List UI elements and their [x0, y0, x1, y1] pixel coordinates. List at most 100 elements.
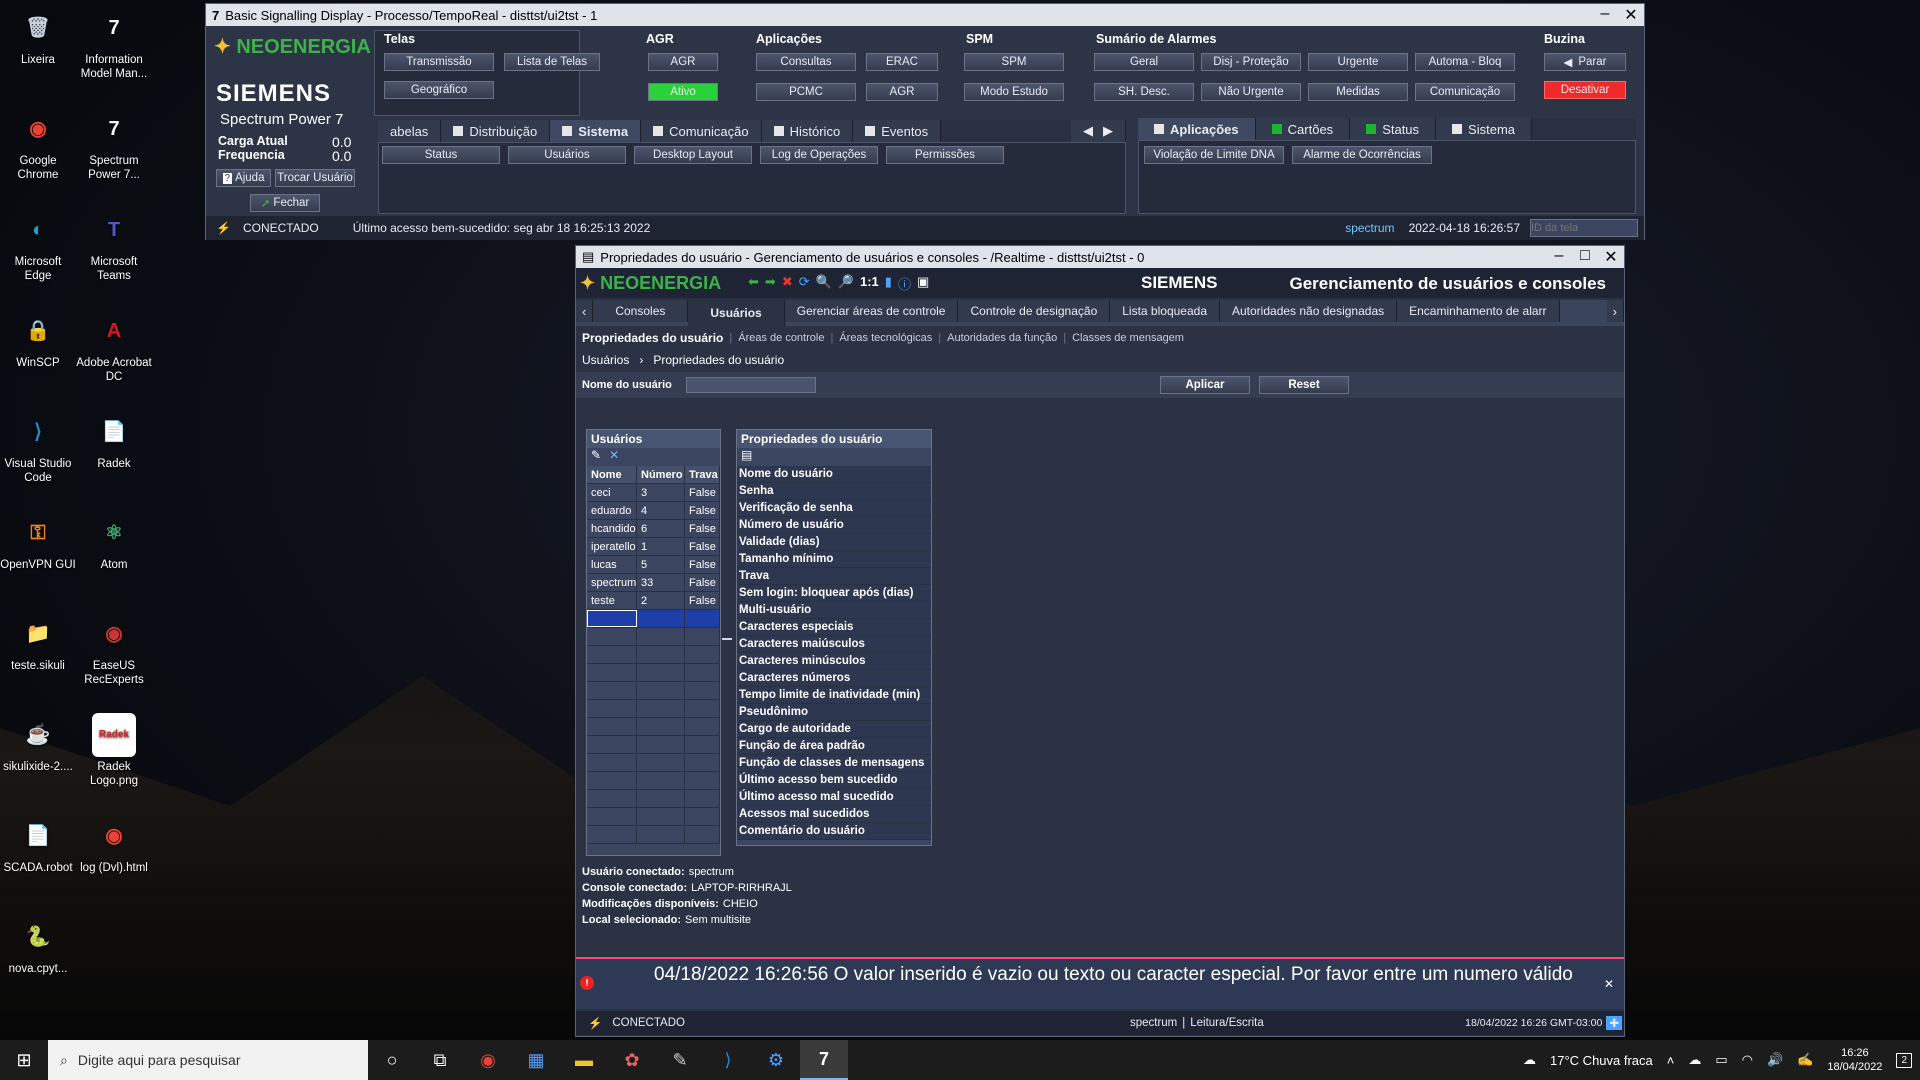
table-row[interactable]: eduardo 4 False	[587, 502, 720, 520]
battery-icon[interactable]: ▭	[1715, 1052, 1727, 1068]
alarm-button[interactable]: Disj - Proteção	[1201, 53, 1301, 71]
reset-button[interactable]: Reset	[1259, 376, 1349, 394]
table-row[interactable]: iperatello 1 False	[587, 538, 720, 556]
title-bar[interactable]: 7 Basic Signalling Display - Processo/Te…	[206, 4, 1644, 26]
property-row[interactable]: Verificação de senha	[737, 500, 931, 517]
property-row[interactable]: Cargo de autoridade	[737, 721, 931, 738]
main-tab[interactable]: Encaminhamento de alarr	[1397, 300, 1560, 322]
right-tab-0[interactable]: Aplicações	[1138, 118, 1256, 140]
tab-scroll-arrows[interactable]: ◀ ▶	[1071, 120, 1126, 142]
volume-icon[interactable]: 🔊	[1767, 1052, 1783, 1068]
main-tab[interactable]: Lista bloqueada	[1110, 300, 1220, 322]
help-button[interactable]: ? Ajuda	[216, 169, 271, 187]
minimize-icon[interactable]: –	[1592, 5, 1618, 25]
task-view-icon[interactable]: ⧉	[416, 1040, 464, 1080]
desktop-icon[interactable]: ⟩ Visual Studio Code	[0, 410, 76, 486]
property-row[interactable]: Caracteres maiúsculos	[737, 636, 931, 653]
forward-icon[interactable]: ➡	[765, 274, 776, 293]
geografico-button[interactable]: Geográfico	[384, 81, 494, 99]
desktop-icon[interactable]: ⚛ Atom	[76, 511, 152, 573]
dismiss-error-icon[interactable]: ✕	[1604, 977, 1614, 1009]
desktop-icon[interactable]: T Microsoft Teams	[76, 208, 152, 284]
subtab[interactable]: Áreas tecnológicas	[839, 332, 932, 344]
right-tab-2[interactable]: Status	[1350, 118, 1437, 140]
alarme-ocorrencias-button[interactable]: Alarme de Ocorrências	[1292, 146, 1432, 164]
main-tab[interactable]: Consoles	[593, 300, 689, 322]
alarm-button[interactable]: Urgente	[1308, 53, 1408, 71]
tab-0[interactable]: abelas	[378, 120, 442, 142]
erac-button[interactable]: ERAC	[866, 53, 938, 71]
delete-user-icon[interactable]: ✕	[609, 448, 619, 466]
alarm-button[interactable]: Automa - Bloq	[1415, 53, 1515, 71]
tab-5[interactable]: Eventos	[853, 120, 942, 142]
agr2-button[interactable]: AGR	[866, 83, 938, 101]
tab-right-arrow-icon[interactable]: ▶	[1103, 123, 1113, 139]
brush-icon[interactable]: ✎	[656, 1040, 704, 1080]
property-row[interactable]: Validade (dias)	[737, 534, 931, 551]
table-row[interactable]: hcandido 6 False	[587, 520, 720, 538]
alarm-button[interactable]: SH. Desc.	[1094, 83, 1194, 101]
alarm-button[interactable]: Medidas	[1308, 83, 1408, 101]
close-app-button[interactable]: ➚ Fechar	[250, 194, 320, 212]
property-row[interactable]: Multi-usuário	[737, 602, 931, 619]
clock[interactable]: 16:26 18/04/2022	[1827, 1046, 1882, 1074]
property-row[interactable]: Tempo limite de inatividade (min)	[737, 687, 931, 704]
switch-user-button[interactable]: Trocar Usuário	[275, 169, 355, 187]
minimize-icon[interactable]: –	[1546, 247, 1572, 267]
property-row[interactable]: Função de classes de mensagens	[737, 755, 931, 772]
close-icon[interactable]: ✕	[1598, 247, 1624, 267]
parar-button[interactable]: ◀ Parar	[1544, 53, 1626, 71]
table-row[interactable]: ceci 3 False	[587, 484, 720, 502]
zoom-level[interactable]: 1:1	[860, 274, 879, 293]
property-row[interactable]: Sem login: bloquear após (dias)	[737, 585, 931, 602]
desktop-icon[interactable]: A Adobe Acrobat DC	[76, 309, 152, 385]
document-icon[interactable]: ▮	[885, 274, 892, 293]
screen-id-input[interactable]	[1530, 219, 1638, 237]
desativar-button[interactable]: Desativar	[1544, 81, 1626, 99]
tab-1[interactable]: Distribuição	[441, 120, 551, 142]
system-sub-button[interactable]: Status	[382, 146, 500, 164]
property-row[interactable]: Último acesso mal sucedido	[737, 789, 931, 806]
zoom-out-icon[interactable]: 🔍	[816, 274, 832, 293]
apply-button[interactable]: Aplicar	[1160, 376, 1250, 394]
main-tab[interactable]: Gerenciar áreas de controle	[784, 300, 959, 322]
desktop-icon[interactable]: Radek Radek Logo.png	[76, 713, 152, 789]
modo-estudo-button[interactable]: Modo Estudo	[964, 83, 1064, 101]
table-row[interactable]: lucas 5 False	[587, 556, 720, 574]
desktop-icon[interactable]: 📄 Radek	[76, 410, 152, 472]
subtab[interactable]: Autoridades da função	[947, 332, 1057, 344]
main-tab[interactable]: Controle de designação	[958, 300, 1111, 322]
cortana-icon[interactable]: ○	[368, 1040, 416, 1080]
spm-button[interactable]: SPM	[964, 53, 1064, 71]
subtab[interactable]: Classes de mensagem	[1072, 332, 1184, 344]
system-sub-button[interactable]: Desktop Layout	[634, 146, 752, 164]
desktop-icon[interactable]: ◉ Google Chrome	[0, 107, 76, 183]
print-icon[interactable]: ▤	[741, 448, 752, 462]
desktop-icon[interactable]: 🐍 nova.cpyt...	[0, 915, 76, 977]
property-row[interactable]: Acessos mal sucedidos	[737, 806, 931, 823]
property-row[interactable]: Caracteres minúsculos	[737, 653, 931, 670]
weather-icon[interactable]: ☁	[1523, 1052, 1536, 1068]
close-icon[interactable]: ✕	[1618, 5, 1644, 25]
pcmc-button[interactable]: PCMC	[756, 83, 856, 101]
transmissao-button[interactable]: Transmissão	[384, 53, 494, 71]
vscode-taskbar-icon[interactable]: ⟩	[704, 1040, 752, 1080]
windows-start-icon[interactable]: ⊞	[0, 1040, 48, 1080]
subtab[interactable]: Áreas de controle	[738, 332, 824, 344]
desktop-icon[interactable]: 7 Information Model Man...	[76, 6, 152, 82]
desktop-icon[interactable]: 🔒 WinSCP	[0, 309, 76, 371]
network-manager-icon[interactable]: ▦	[512, 1040, 560, 1080]
tab-3[interactable]: Comunicação	[641, 120, 762, 142]
grid-icon[interactable]: ✚	[1606, 1016, 1622, 1030]
spectrum-taskbar-icon[interactable]: 7	[800, 1040, 848, 1080]
property-row[interactable]: Nome do usuário	[737, 466, 931, 483]
main-tab[interactable]: Autoridades não designadas	[1220, 300, 1398, 322]
desktop-icon[interactable]: 📄 SCADA.robot	[0, 814, 76, 876]
refresh-icon[interactable]: ⟳	[799, 274, 810, 293]
ativo-button[interactable]: Ativo	[648, 83, 718, 101]
property-row[interactable]: Caracteres números	[737, 670, 931, 687]
desktop-icon[interactable]: 📁 teste.sikuli	[0, 612, 76, 674]
wifi-icon[interactable]: ◠	[1742, 1052, 1753, 1068]
username-filter-input[interactable]	[686, 377, 816, 393]
zoom-in-icon[interactable]: 🔎	[838, 274, 854, 293]
